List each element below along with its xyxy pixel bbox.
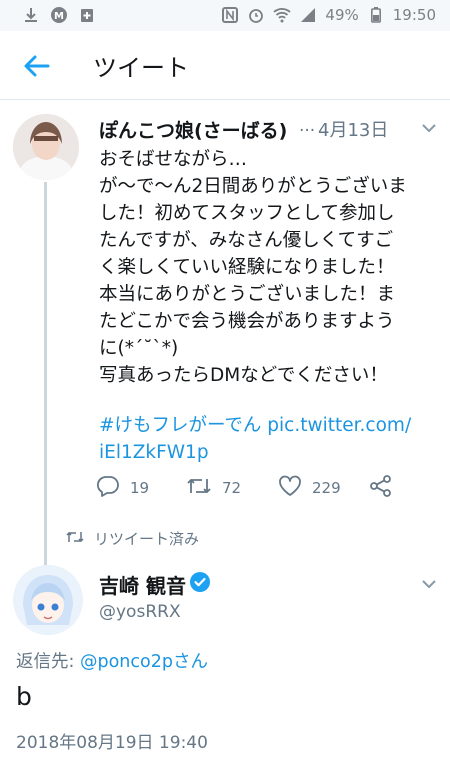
retweet-icon [66, 530, 84, 548]
replying-to: 返信先: @ponco2pさん [16, 648, 208, 673]
plus-box-icon [78, 6, 96, 24]
share-icon [370, 475, 392, 501]
retweet-button[interactable]: 72 [186, 475, 241, 501]
retweet-count: 72 [222, 479, 242, 497]
tweet-text-line: たんですが、みなさん優しくてすご [99, 230, 394, 251]
tweet-date[interactable]: 4月13日 [318, 116, 388, 142]
reply-icon [96, 475, 120, 501]
page-title: ツイート [93, 54, 189, 82]
share-button[interactable] [370, 475, 392, 501]
display-name[interactable]: 吉崎 観音 [99, 570, 186, 599]
tweet-text-line: に(*´˘`*) [99, 338, 179, 359]
tweet-text-line: く楽しくていい経験になりました！ [99, 257, 395, 278]
download-icon [22, 6, 40, 24]
tweet-text: おそばせながら… が〜で〜ん2日間ありがとうございま した！初めてスタッフとして… [99, 146, 439, 389]
retweet-icon [186, 475, 212, 501]
chevron-down-icon[interactable] [421, 120, 437, 136]
verified-badge-icon [190, 572, 210, 592]
avatar[interactable] [13, 114, 79, 180]
tweet-links: #けもフレがーでん pic.twitter.com/ iEl1ZkFW1p [99, 412, 411, 466]
display-name[interactable]: ぽんこつ娘(さーばる) [99, 116, 287, 143]
heart-icon [278, 475, 302, 501]
tweet-text: b [16, 682, 32, 711]
thread-line [44, 182, 47, 570]
reply-count: 19 [130, 479, 150, 497]
alarm-icon [247, 6, 265, 24]
hashtag-link[interactable]: #けもフレがーでん [99, 415, 261, 436]
tweet-text-line: 写真あったらDMなどでください！ [99, 365, 388, 386]
battery-icon [367, 6, 385, 24]
signal-icon [299, 6, 317, 24]
name-ellipsis: ... [299, 116, 316, 136]
like-button[interactable]: 229 [278, 475, 341, 501]
tweet-text-line: たどこかで会う機会がありますよう [99, 311, 395, 332]
replying-to-label: 返信先: [16, 652, 80, 672]
tweet-text-line: おそばせながら… [99, 149, 248, 170]
arrow-left-icon[interactable] [22, 51, 52, 81]
nfc-icon [221, 6, 239, 24]
avatar[interactable] [13, 565, 83, 635]
svg-text:M: M [54, 11, 64, 22]
m-icon: M [50, 6, 68, 24]
battery-percent: 49% [325, 6, 359, 24]
status-bar: M 49% 19:50 [0, 0, 450, 31]
retweeted-indicator: リツイート済み [66, 528, 199, 549]
wifi-icon [273, 6, 292, 24]
app-header: ツイート [0, 31, 450, 100]
chevron-down-icon[interactable] [421, 576, 437, 592]
tweet-text-line: が〜で〜ん2日間ありがとうございま [99, 176, 407, 197]
clock: 19:50 [392, 6, 436, 24]
tweet-text-line: した！初めてスタッフとして参加し [99, 203, 395, 224]
reply-button[interactable]: 19 [96, 475, 149, 501]
tweet-timestamp: 2018年08月19日 19:40 [16, 733, 208, 753]
pic-link-continued[interactable]: iEl1ZkFW1p [99, 439, 411, 466]
pic-link[interactable]: pic.twitter.com/ [267, 415, 411, 436]
like-count: 229 [312, 479, 341, 497]
tweet-text-line: 本当にありがとうございました！ま [99, 284, 396, 305]
retweeted-label: リツイート済み [94, 530, 200, 548]
tweet-actions: 19 72 229 [96, 475, 416, 503]
user-handle[interactable]: @yosRRX [99, 602, 181, 622]
replying-to-link[interactable]: @ponco2pさん [80, 652, 208, 672]
